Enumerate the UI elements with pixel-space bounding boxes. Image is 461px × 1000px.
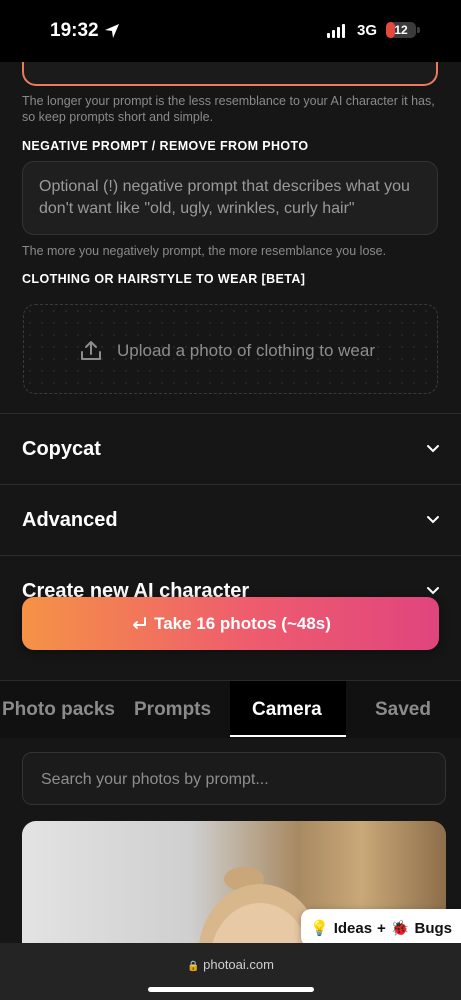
feedback-button[interactable]: 💡 Ideas + 🐞 Bugs [301, 909, 461, 947]
ideas-label: Ideas [333, 919, 373, 937]
network-type: 3G [357, 22, 378, 39]
upload-text: Upload a photo of clothing to wear [117, 341, 376, 360]
status-time: 19:32 [50, 20, 99, 41]
take-photos-button[interactable]: Take 16 photos (~48s) [22, 597, 439, 650]
take-photos-label: Take 16 photos (~48s) [154, 613, 331, 633]
chevron-down-icon [427, 445, 439, 453]
lock-icon: 🔒 [187, 961, 200, 972]
status-bar: 19:32 3G 12 [0, 0, 461, 62]
tab-photo-packs[interactable]: Photo packs [2, 699, 115, 721]
accordion-copycat[interactable]: Copycat [0, 413, 461, 484]
tab-saved[interactable]: Saved [375, 699, 431, 721]
tab-prompts[interactable]: Prompts [134, 699, 211, 721]
negative-prompt-label: NEGATIVE PROMPT / REMOVE FROM PHOTO [22, 139, 309, 153]
tab-camera[interactable]: Camera [252, 699, 322, 721]
prompt-hint: The longer your prompt is the less resem… [22, 94, 435, 124]
chevron-down-icon [427, 516, 439, 524]
home-indicator[interactable] [148, 987, 314, 992]
clothing-label: CLOTHING OR HAIRSTYLE TO WEAR [BETA] [22, 272, 306, 286]
return-icon [133, 616, 147, 629]
battery-percent: 12 [394, 23, 408, 37]
accordion-title: Advanced [22, 509, 118, 531]
accordion-title: Copycat [22, 438, 101, 460]
clothing-upload-dropzone[interactable]: Upload a photo of clothing to wear [23, 304, 438, 394]
browser-bottom-bar: 🔒 photoai.com [0, 943, 461, 1000]
plus-separator: + [377, 919, 386, 937]
signal-icon [327, 24, 345, 38]
negative-prompt-placeholder: Optional (!) negative prompt that descri… [39, 178, 410, 217]
negative-prompt-textarea[interactable]: Optional (!) negative prompt that descri… [22, 161, 438, 235]
address-bar[interactable]: 🔒 photoai.com [0, 957, 461, 972]
bug-icon: 🐞 [390, 920, 410, 937]
search-box [22, 752, 446, 806]
battery-tip [417, 27, 420, 33]
upload-icon [81, 341, 101, 360]
lightbulb-icon: 💡 [310, 920, 329, 937]
location-arrow-icon [105, 24, 119, 38]
search-input[interactable] [39, 753, 433, 806]
negative-prompt-hint: The more you negatively prompt, the more… [22, 244, 387, 258]
url-text: photoai.com [203, 957, 274, 972]
bugs-label: Bugs [414, 919, 453, 937]
battery-icon: 12 [386, 22, 416, 38]
tab-bar: Photo packs Prompts Camera Saved [0, 680, 461, 738]
accordion-advanced[interactable]: Advanced [0, 484, 461, 555]
